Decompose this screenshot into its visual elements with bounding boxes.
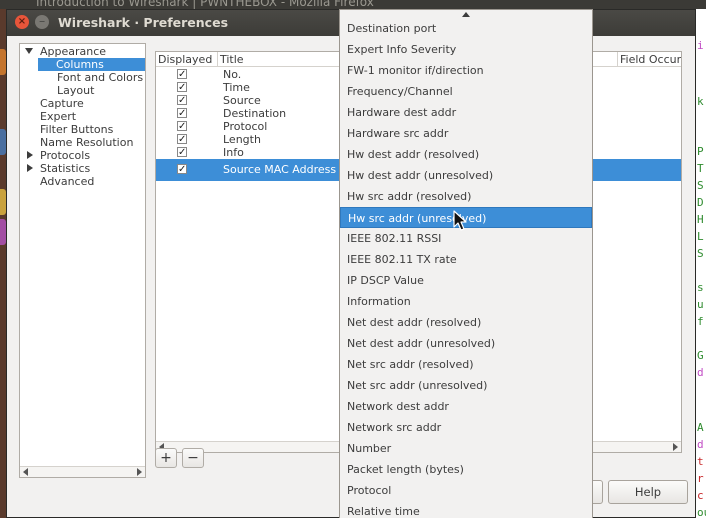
dropdown-item[interactable]: Hw dest addr (resolved)	[340, 144, 592, 165]
background-text-fragment: D	[697, 196, 704, 209]
column-title: Destination	[223, 107, 287, 120]
minimize-icon[interactable]: −	[35, 15, 49, 29]
tree-item-filter-buttons[interactable]: Filter Buttons	[40, 123, 113, 136]
displayed-checkbox[interactable]: ✓	[177, 147, 187, 158]
background-window-title: Introduction to Wireshark | PWNTHEBOX - …	[36, 0, 374, 9]
displayed-checkbox[interactable]: ✓	[177, 121, 187, 132]
background-text-fragment: L	[697, 230, 704, 243]
tree-item-layout[interactable]: Layout	[57, 84, 94, 97]
dropdown-item[interactable]: Number	[340, 438, 592, 459]
background-window-titlebar: Introduction to Wireshark | PWNTHEBOX - …	[0, 0, 706, 9]
dropdown-item[interactable]: IP DSCP Value	[340, 270, 592, 291]
background-text-fragment: r	[697, 472, 704, 485]
dropdown-item[interactable]: Packet length (bytes)	[340, 459, 592, 480]
dropdown-item[interactable]: Hw dest addr (unresolved)	[340, 165, 592, 186]
scroll-left-icon[interactable]	[23, 468, 28, 476]
dropdown-item[interactable]: Net dest addr (unresolved)	[340, 333, 592, 354]
tree-item-statistics[interactable]: Statistics	[40, 162, 90, 175]
close-icon[interactable]: ×	[15, 15, 29, 29]
background-text-fragment: c	[697, 489, 704, 502]
column-title: Protocol	[223, 120, 268, 133]
scroll-right-icon[interactable]	[137, 468, 142, 476]
column-title: Time	[223, 81, 250, 94]
expand-arrow-icon[interactable]	[25, 48, 33, 54]
background-text-fragment: t	[697, 455, 704, 468]
dropdown-item[interactable]: FW-1 monitor if/direction	[340, 60, 592, 81]
background-text-fragment: f	[697, 315, 704, 328]
background-text-fragment: d	[697, 366, 704, 379]
background-text-fragment: i	[697, 39, 704, 52]
scroll-right-icon[interactable]	[673, 443, 678, 451]
tree-item-protocols[interactable]: Protocols	[40, 149, 90, 162]
tree-item-appearance[interactable]: Appearance	[40, 45, 106, 58]
background-text-fragment: S	[697, 247, 704, 260]
background-text-fragment: A	[697, 421, 704, 434]
expand-arrow-icon[interactable]	[27, 151, 33, 159]
column-header-displayed[interactable]: Displayed	[156, 52, 218, 67]
background-text-fragment: u	[697, 298, 704, 311]
displayed-checkbox[interactable]: ✓	[177, 164, 187, 175]
mouse-cursor-icon	[453, 210, 467, 231]
background-text-fragment: our	[697, 506, 706, 518]
dropdown-item[interactable]: IEEE 802.11 TX rate	[340, 249, 592, 270]
background-text-fragment: S	[697, 179, 704, 192]
dropdown-item[interactable]: Hardware src addr	[340, 123, 592, 144]
dropdown-item[interactable]: Information	[340, 291, 592, 312]
remove-column-button[interactable]: −	[182, 448, 204, 468]
displayed-checkbox[interactable]: ✓	[177, 95, 187, 106]
dropdown-item[interactable]: Hw src addr (resolved)	[340, 186, 592, 207]
column-title: Source MAC Address	[223, 163, 337, 176]
dropdown-item[interactable]: Frequency/Channel	[340, 81, 592, 102]
dropdown-item[interactable]: Expert Info Severity	[340, 39, 592, 60]
add-column-button[interactable]: +	[155, 448, 177, 468]
column-title: Length	[223, 133, 261, 146]
help-button[interactable]: Help	[608, 480, 688, 504]
dropdown-item[interactable]: Protocol	[340, 480, 592, 501]
dropdown-item[interactable]: Net src addr (resolved)	[340, 354, 592, 375]
tree-item-columns[interactable]: Columns	[38, 58, 145, 71]
dropdown-item[interactable]: Net src addr (unresolved)	[340, 375, 592, 396]
tree-item-font-and-colors[interactable]: Font and Colors	[57, 71, 143, 84]
column-title: No.	[223, 68, 242, 81]
displayed-checkbox[interactable]: ✓	[177, 134, 187, 145]
dropdown-item[interactable]: Destination port	[340, 18, 592, 39]
column-header-field-occurrence[interactable]: Field Occur	[618, 52, 681, 67]
background-text-fragment: G	[697, 349, 704, 362]
tree-item-expert[interactable]: Expert	[40, 110, 76, 123]
displayed-checkbox[interactable]: ✓	[177, 82, 187, 93]
preferences-tree: Appearance Columns Font and Colors Layou…	[19, 43, 146, 478]
field-type-dropdown: Destination port Expert Info Severity FW-1…	[339, 9, 593, 518]
background-text-fragment: H	[697, 213, 704, 226]
background-text-fragment: P	[697, 145, 704, 158]
dropdown-item[interactable]: Network dest addr	[340, 396, 592, 417]
tree-horizontal-scrollbar[interactable]	[20, 466, 145, 477]
column-title: Info	[223, 146, 244, 159]
tree-item-capture[interactable]: Capture	[40, 97, 84, 110]
tree-item-advanced[interactable]: Advanced	[40, 175, 94, 188]
scroll-up-icon[interactable]	[462, 12, 470, 17]
dropdown-item[interactable]: Net dest addr (resolved)	[340, 312, 592, 333]
background-text-fragment: s	[697, 281, 704, 294]
dropdown-item[interactable]: Hardware dest addr	[340, 102, 592, 123]
tree-item-name-resolution[interactable]: Name Resolution	[40, 136, 133, 149]
column-title: Source	[223, 94, 261, 107]
displayed-checkbox[interactable]: ✓	[177, 69, 187, 80]
dropdown-item[interactable]: Network src addr	[340, 417, 592, 438]
dropdown-item[interactable]: Relative time	[340, 501, 592, 518]
displayed-checkbox[interactable]: ✓	[177, 108, 187, 119]
expand-arrow-icon[interactable]	[27, 164, 33, 172]
window-title: Wireshark · Preferences	[58, 15, 229, 30]
background-terminal-edge: ikPTSDHLSsufGdAdtrcour	[696, 9, 706, 518]
background-text-fragment: T	[697, 162, 704, 175]
background-text-fragment: k	[697, 95, 704, 108]
background-text-fragment: d	[697, 438, 704, 451]
